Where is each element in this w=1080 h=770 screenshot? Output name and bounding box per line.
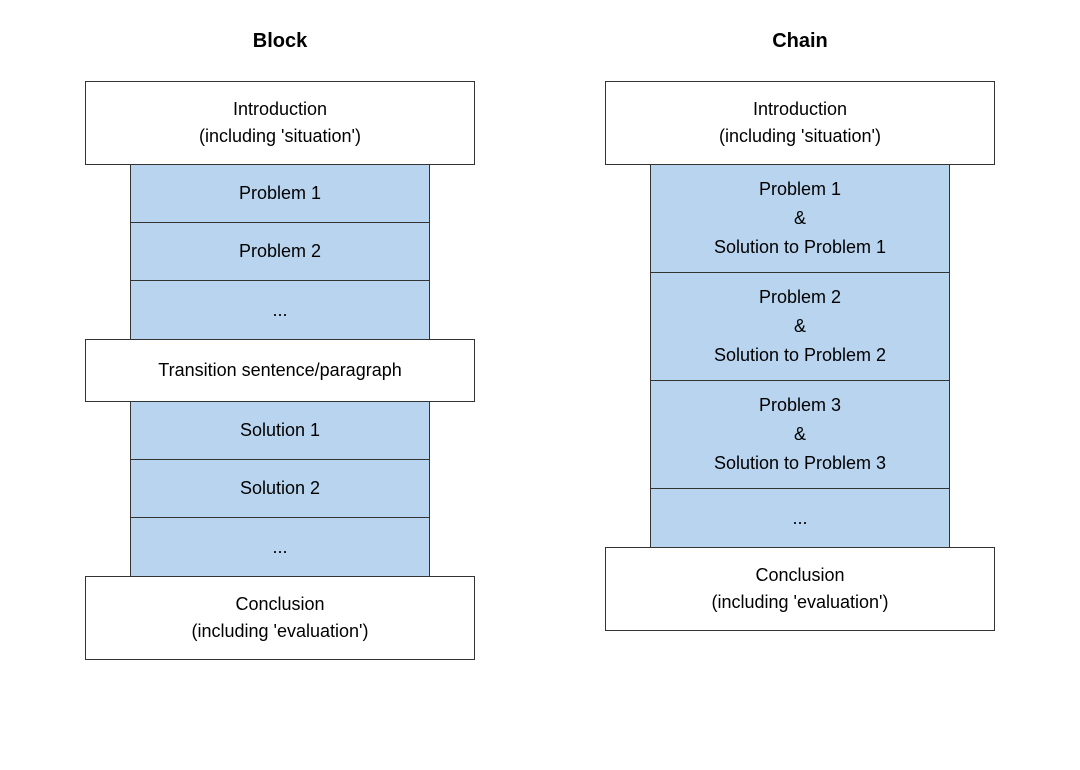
block-ellipsis2-label: ... [272, 537, 287, 558]
block-transition-box: Transition sentence/paragraph [85, 339, 475, 402]
block-intro-line1: Introduction [233, 96, 327, 123]
block-intro-box: Introduction (including 'situation') [85, 81, 475, 165]
chain-intro-box: Introduction (including 'situation') [605, 81, 995, 165]
chain-pair1-l1: Problem 1 [759, 175, 841, 204]
block-problem2-label: Problem 2 [239, 241, 321, 262]
block-ellipsis1-box: ... [131, 281, 429, 339]
chain-intro-line2: (including 'situation') [719, 123, 881, 150]
block-intro-line2: (including 'situation') [199, 123, 361, 150]
chain-pair2-l1: Problem 2 [759, 283, 841, 312]
chain-column-header: Chain [772, 30, 828, 53]
block-column: Block Introduction (including 'situation… [85, 30, 475, 660]
chain-intro-line1: Introduction [753, 96, 847, 123]
chain-pair3-box: Problem 3 & Solution to Problem 3 [651, 381, 949, 489]
chain-pair3-l3: Solution to Problem 3 [714, 449, 886, 478]
block-solution1-label: Solution 1 [240, 420, 320, 441]
block-solutions-stack: Solution 1 Solution 2 ... [130, 402, 430, 576]
chain-pair3-l2: & [794, 420, 806, 449]
block-conclusion-line1: Conclusion [235, 591, 324, 618]
block-ellipsis1-label: ... [272, 300, 287, 321]
block-solution2-box: Solution 2 [131, 460, 429, 518]
diagram-container: Block Introduction (including 'situation… [20, 30, 1060, 660]
chain-pair1-l3: Solution to Problem 1 [714, 233, 886, 262]
chain-pair1-l2: & [794, 204, 806, 233]
block-conclusion-line2: (including 'evaluation') [192, 618, 369, 645]
block-conclusion-box: Conclusion (including 'evaluation') [85, 576, 475, 660]
chain-pair3-l1: Problem 3 [759, 391, 841, 420]
block-problem1-label: Problem 1 [239, 183, 321, 204]
chain-pair2-l2: & [794, 312, 806, 341]
block-solution1-box: Solution 1 [131, 402, 429, 460]
chain-pair2-box: Problem 2 & Solution to Problem 2 [651, 273, 949, 381]
chain-conclusion-line2: (including 'evaluation') [712, 589, 889, 616]
chain-ellipsis-label: ... [792, 508, 807, 529]
block-ellipsis2-box: ... [131, 518, 429, 576]
chain-ellipsis-box: ... [651, 489, 949, 547]
chain-column: Chain Introduction (including 'situation… [605, 30, 995, 660]
chain-pair1-box: Problem 1 & Solution to Problem 1 [651, 165, 949, 273]
block-problems-stack: Problem 1 Problem 2 ... [130, 165, 430, 339]
chain-pairs-stack: Problem 1 & Solution to Problem 1 Proble… [650, 165, 950, 547]
block-column-header: Block [253, 30, 307, 53]
chain-conclusion-line1: Conclusion [755, 562, 844, 589]
chain-pair2-l3: Solution to Problem 2 [714, 341, 886, 370]
block-solution2-label: Solution 2 [240, 478, 320, 499]
chain-conclusion-box: Conclusion (including 'evaluation') [605, 547, 995, 631]
block-problem1-box: Problem 1 [131, 165, 429, 223]
block-transition-label: Transition sentence/paragraph [158, 360, 401, 380]
block-problem2-box: Problem 2 [131, 223, 429, 281]
